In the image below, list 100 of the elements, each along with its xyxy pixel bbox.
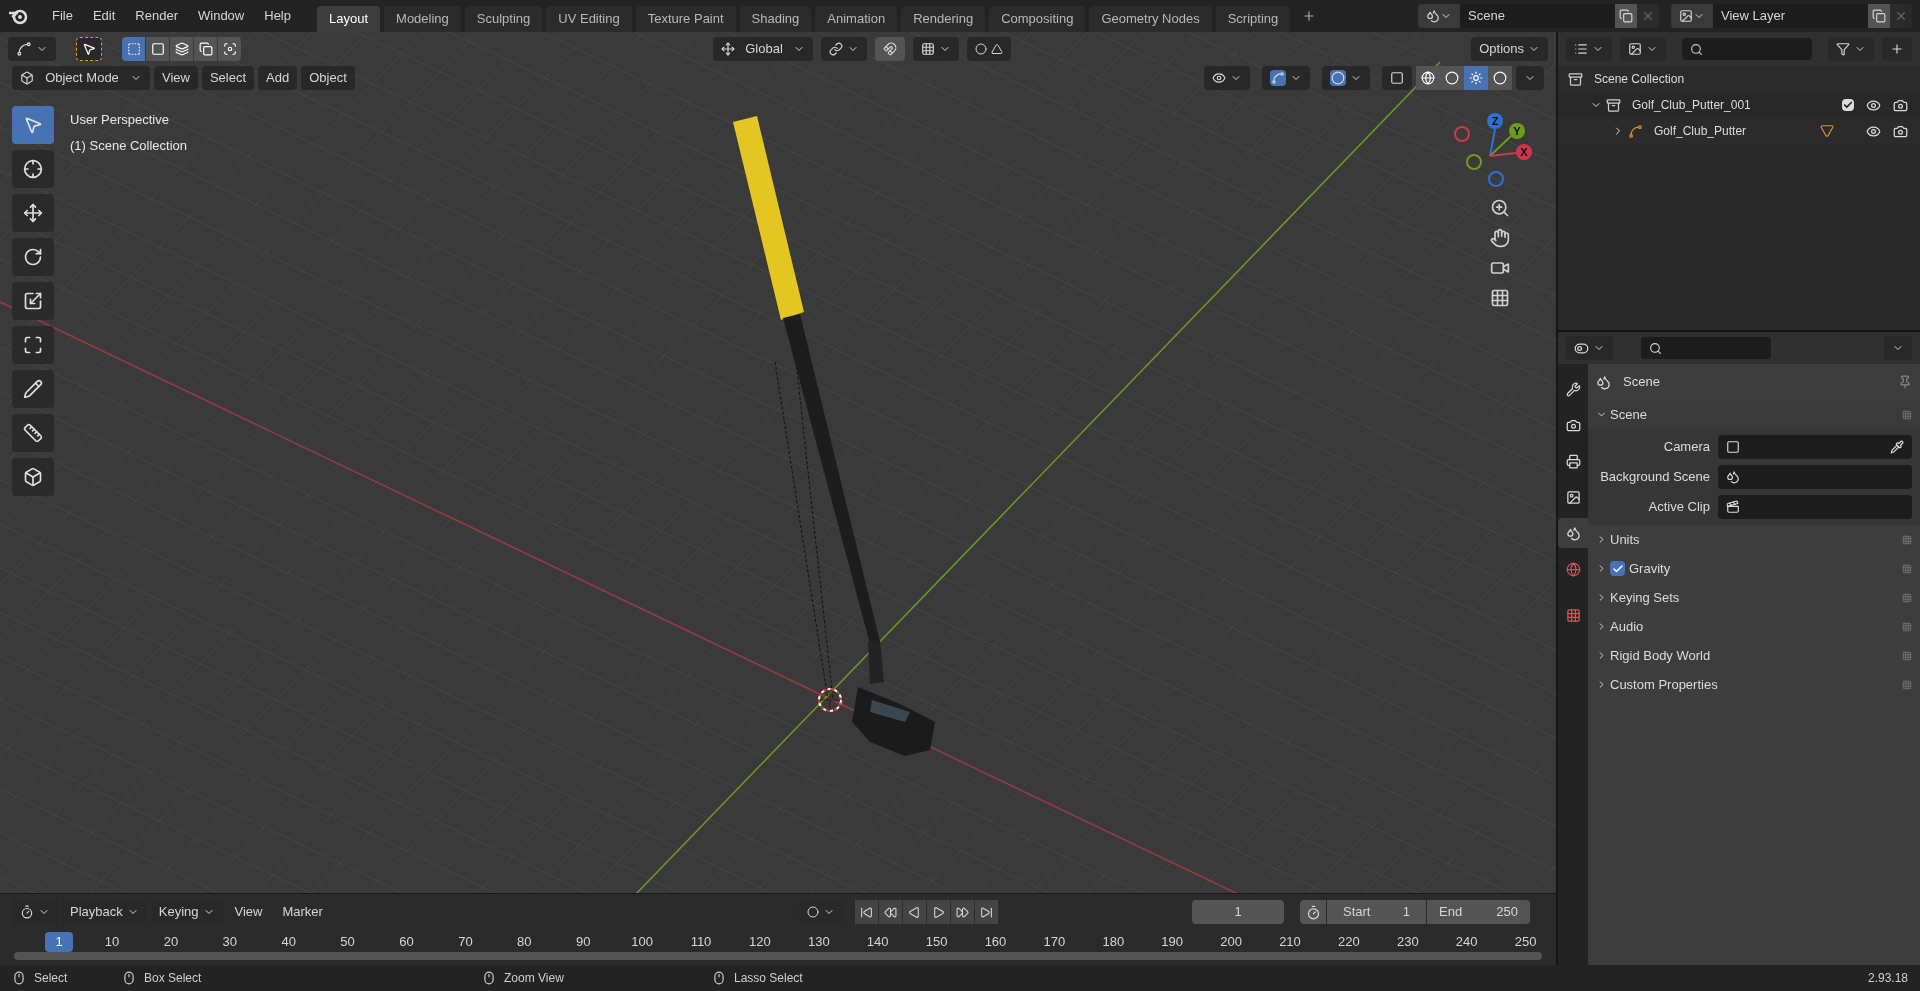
- field-input[interactable]: [1718, 495, 1912, 519]
- frame-number: 120: [748, 933, 772, 951]
- timeline-menu[interactable]: View: [226, 900, 271, 924]
- tool-button[interactable]: [12, 150, 54, 188]
- mode-dropdown[interactable]: Object Mode: [12, 66, 150, 90]
- playback-button[interactable]: [950, 900, 975, 924]
- filter-layer-dropdown[interactable]: [1620, 37, 1666, 61]
- axis-handle[interactable]: Y: [1509, 123, 1525, 139]
- viewport-menu[interactable]: View: [154, 66, 198, 90]
- select-mode-button[interactable]: [218, 37, 242, 61]
- current-frame-field[interactable]: 1: [1192, 900, 1284, 924]
- menu-item[interactable]: Window: [190, 4, 253, 28]
- playback-button[interactable]: [878, 900, 903, 924]
- menu-item[interactable]: Help: [256, 4, 299, 28]
- field-input[interactable]: [1718, 465, 1912, 489]
- tool-button[interactable]: [12, 194, 54, 232]
- playback-button[interactable]: [854, 900, 879, 924]
- exclude-checkbox[interactable]: [1842, 99, 1854, 111]
- proportional-edit-button[interactable]: [967, 37, 1011, 61]
- snap-button[interactable]: [875, 37, 905, 61]
- scene-selector[interactable]: Scene: [1460, 4, 1615, 28]
- display-mode-dropdown[interactable]: [1566, 37, 1612, 61]
- tool-button[interactable]: [12, 414, 54, 452]
- view-layer-browse-button[interactable]: [1671, 4, 1713, 28]
- workspace-tab[interactable]: Texture Paint: [635, 6, 736, 32]
- menu-item[interactable]: Render: [127, 4, 186, 28]
- workspace-tab[interactable]: Modeling: [384, 6, 461, 32]
- start-frame-field[interactable]: Start 1: [1326, 900, 1426, 924]
- timeline-menu[interactable]: Keying: [150, 900, 223, 924]
- playback-button[interactable]: [902, 900, 927, 924]
- new-collection-button[interactable]: [1882, 37, 1912, 61]
- shading-mode-button[interactable]: [1416, 66, 1440, 90]
- mouse-icon: [712, 971, 726, 985]
- field-input[interactable]: [1718, 435, 1912, 459]
- pin-icon: [1898, 375, 1912, 389]
- workspace-tab[interactable]: Geometry Nodes: [1089, 6, 1212, 32]
- panel-header[interactable]: Custom Properties: [1588, 670, 1920, 699]
- snap-target-dropdown[interactable]: [913, 37, 959, 61]
- select-mode-button[interactable]: [194, 37, 218, 61]
- editor-type-button[interactable]: [1566, 336, 1613, 360]
- options-dropdown[interactable]: Options: [1471, 37, 1548, 61]
- negative-axis-handle[interactable]: [1466, 154, 1482, 170]
- transform-pivot-button[interactable]: [8, 37, 56, 61]
- search-field[interactable]: [1682, 38, 1812, 60]
- filter-dropdown[interactable]: [1828, 37, 1874, 61]
- play-icon: [931, 905, 945, 919]
- panel-header[interactable]: Keying Sets: [1588, 583, 1920, 612]
- visibility-dropdown[interactable]: [1204, 66, 1250, 90]
- workspace-tab[interactable]: Compositing: [989, 6, 1086, 32]
- tool-button[interactable]: [12, 458, 54, 496]
- workspace-tab[interactable]: Sculpting: [464, 6, 543, 32]
- end-frame-field[interactable]: End 250: [1426, 900, 1530, 924]
- tool-button[interactable]: [12, 282, 54, 320]
- timeline-menu[interactable]: Marker: [274, 900, 331, 924]
- select-mode-button[interactable]: [122, 37, 146, 61]
- playback-button[interactable]: [926, 900, 951, 924]
- view-layer-selector[interactable]: View Layer: [1713, 4, 1868, 28]
- search-field[interactable]: [1641, 337, 1771, 359]
- select-tool-button[interactable]: [76, 37, 102, 61]
- panel-header[interactable]: Rigid Body World: [1588, 641, 1920, 670]
- axis-handle[interactable]: Z: [1487, 113, 1503, 129]
- select-mode-button[interactable]: [146, 37, 170, 61]
- eyedropper-icon: [1890, 440, 1904, 454]
- workspace-tab[interactable]: Animation: [815, 6, 898, 32]
- timeline-menu[interactable]: Playback: [62, 900, 147, 924]
- navigation-gizmo[interactable]: Z Y X: [1450, 106, 1540, 196]
- workspace-tab[interactable]: Scripting: [1215, 6, 1291, 32]
- checkbox[interactable]: [1610, 561, 1625, 576]
- panel-header[interactable]: Audio: [1588, 612, 1920, 641]
- scene-browse-button[interactable]: [1418, 4, 1460, 28]
- select-mode-button[interactable]: [170, 37, 194, 61]
- gizmo-toggle[interactable]: [1262, 66, 1310, 90]
- pivot-point-dropdown[interactable]: [821, 37, 867, 61]
- workspace-tab[interactable]: UV Editing: [546, 6, 632, 32]
- timeline-scrollbar[interactable]: [14, 952, 1542, 960]
- shading-mode-button[interactable]: [1440, 66, 1464, 90]
- menu-item[interactable]: Edit: [84, 4, 124, 28]
- workspace-tab[interactable]: Rendering: [901, 6, 986, 32]
- xray-button[interactable]: [1382, 66, 1412, 90]
- overlay-toggle[interactable]: [1322, 66, 1370, 90]
- workspace-tab[interactable]: Layout: [317, 6, 381, 32]
- viewport-menu[interactable]: Add: [258, 66, 298, 90]
- orientation-dropdown[interactable]: Global: [713, 37, 813, 61]
- playback-button[interactable]: [974, 900, 999, 924]
- tool-button[interactable]: [12, 326, 54, 364]
- negative-axis-handle[interactable]: [1488, 171, 1504, 187]
- negative-axis-handle[interactable]: [1454, 126, 1470, 142]
- tool-button[interactable]: [12, 370, 54, 408]
- outliner-row[interactable]: Golf_Club_Putter_001: [1558, 92, 1920, 118]
- axis-handle[interactable]: X: [1516, 144, 1532, 160]
- panel-header[interactable]: Gravity: [1588, 554, 1920, 583]
- viewport-menu[interactable]: Select: [201, 66, 255, 90]
- tool-button[interactable]: [12, 238, 54, 276]
- shading-mode-button[interactable]: [1488, 66, 1512, 90]
- shading-mode-button[interactable]: [1464, 66, 1488, 90]
- properties-tab[interactable]: [1558, 518, 1588, 548]
- viewport-menu[interactable]: Object: [301, 66, 355, 90]
- menu-item[interactable]: File: [44, 4, 81, 28]
- workspace-tab[interactable]: Shading: [739, 6, 812, 32]
- panel-header[interactable]: Units: [1588, 525, 1920, 554]
